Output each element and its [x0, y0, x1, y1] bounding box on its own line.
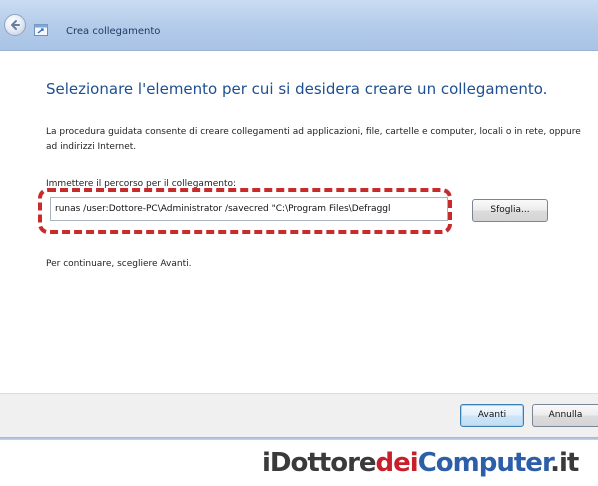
window-bottom-edge	[0, 437, 598, 440]
back-button[interactable]	[4, 14, 26, 36]
watermark-part-4: .it	[550, 448, 579, 478]
wizard-description: La procedura guidata consente di creare …	[46, 127, 581, 152]
highlight-annotation	[38, 188, 452, 234]
watermark-part-3: Computer	[417, 448, 551, 478]
continue-hint: Per continuare, scegliere Avanti.	[46, 259, 192, 269]
site-watermark-logo: iDottoredeiComputer.it	[262, 443, 579, 483]
window-title: Crea collegamento	[66, 26, 161, 37]
back-arrow-icon	[11, 20, 20, 30]
next-button[interactable]: Avanti	[460, 404, 524, 427]
title-bar: Crea collegamento	[0, 0, 598, 51]
page-heading: Selezionare l'elemento per cui si deside…	[46, 80, 548, 98]
shortcut-wizard-icon	[34, 24, 48, 36]
cancel-button[interactable]: Annulla	[532, 404, 598, 427]
browse-button[interactable]: Sfoglia...	[472, 199, 548, 222]
watermark-part-1: iDottore	[262, 448, 377, 478]
watermark-part-2: dei	[375, 448, 419, 478]
